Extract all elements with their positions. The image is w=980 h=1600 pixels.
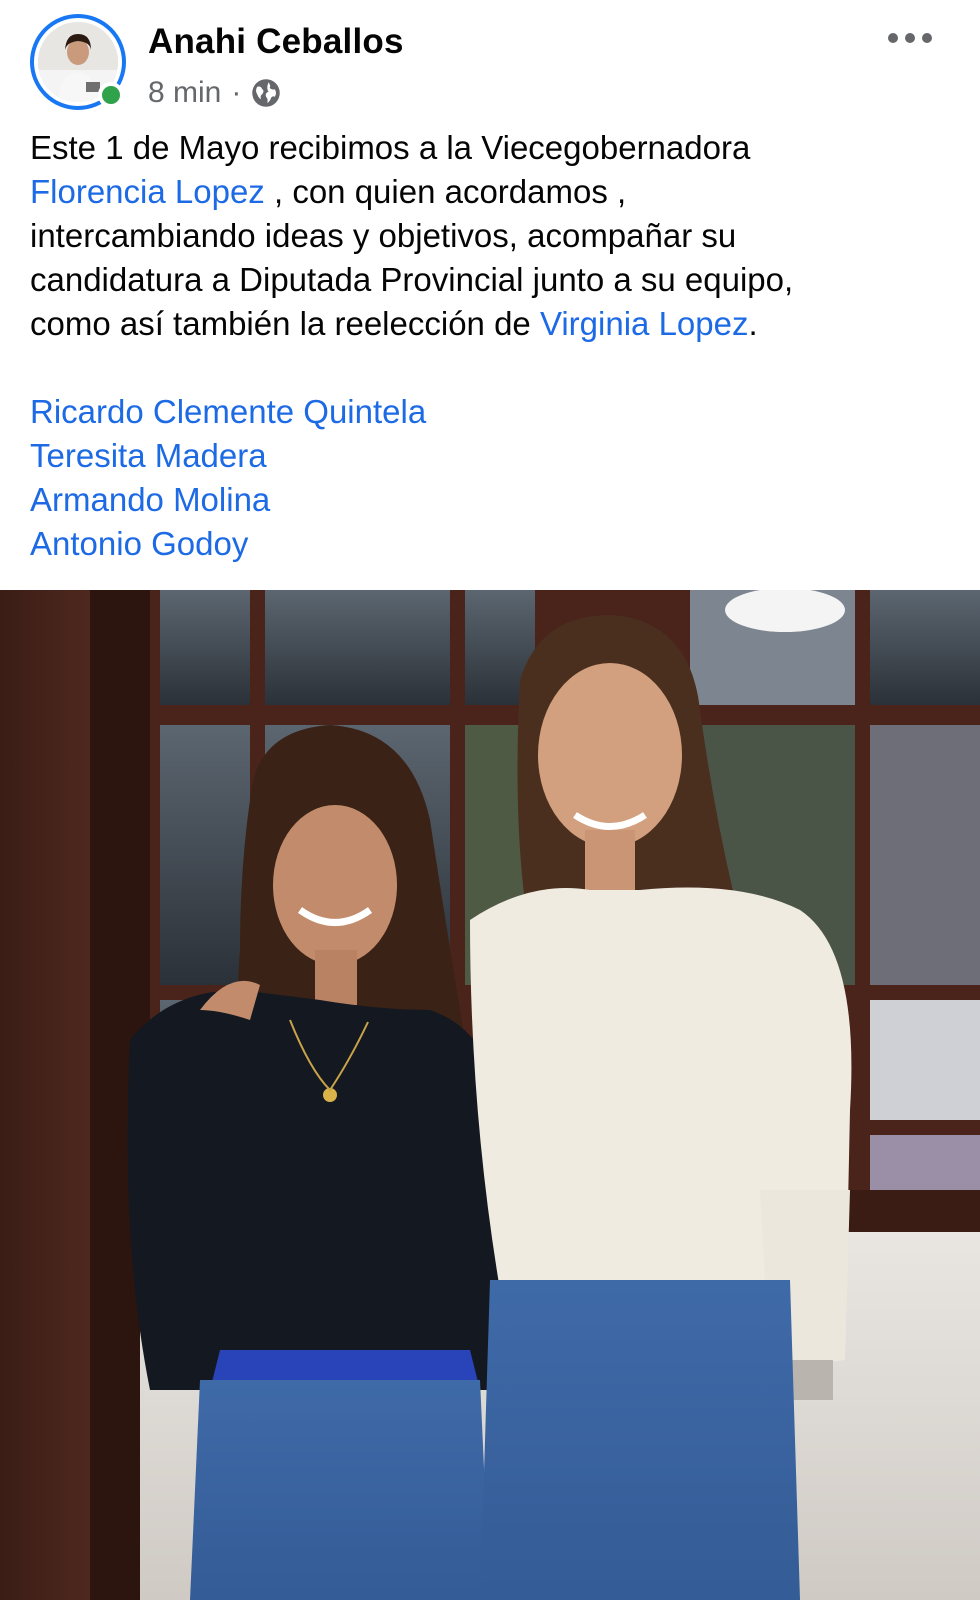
post-text-line: candidatura a Diputada Provincial junto … [30,261,794,298]
globe-icon[interactable] [251,78,281,108]
post-text-line: Este 1 de Mayo recibimos a la Viecegober… [30,129,751,166]
post-text-line: intercambiando ideas y objetivos, acompa… [30,217,737,254]
post-text-fragment: , con quien acordamos , [264,173,627,210]
tag-link[interactable]: Ricardo Clemente Quintela [30,390,426,434]
ellipsis-icon [922,33,932,43]
post-meta: 8 min · [148,76,281,110]
tag-link[interactable]: Armando Molina [30,478,426,522]
post-text: Este 1 de Mayo recibimos a la Viecegober… [30,126,955,346]
mention-link[interactable]: Virginia Lopez [540,305,749,342]
facebook-post: Anahi Ceballos 8 min · Este 1 de Mayo re… [0,0,980,1600]
post-text-fragment: como así también la reelección de [30,305,540,342]
post-timestamp[interactable]: 8 min [148,76,221,110]
meta-separator: · [231,76,242,109]
online-status-indicator [98,82,124,108]
ellipsis-icon [888,33,898,43]
post-text-line: Florencia Lopez , con quien acordamos , [30,170,955,214]
photo-image [0,590,980,1600]
post-photo[interactable] [0,590,980,1600]
mention-link[interactable]: Florencia Lopez [30,173,265,210]
tag-link[interactable]: Antonio Godoy [30,522,426,566]
post-text-line: como así también la reelección de Virgin… [30,302,955,346]
ellipsis-icon [905,33,915,43]
tag-link[interactable]: Teresita Madera [30,434,426,478]
post-text-fragment: . [748,305,758,342]
tagged-people: Ricardo Clemente Quintela Teresita Mader… [30,390,426,566]
more-options-button[interactable] [888,26,932,50]
author-name[interactable]: Anahi Ceballos [148,22,404,62]
